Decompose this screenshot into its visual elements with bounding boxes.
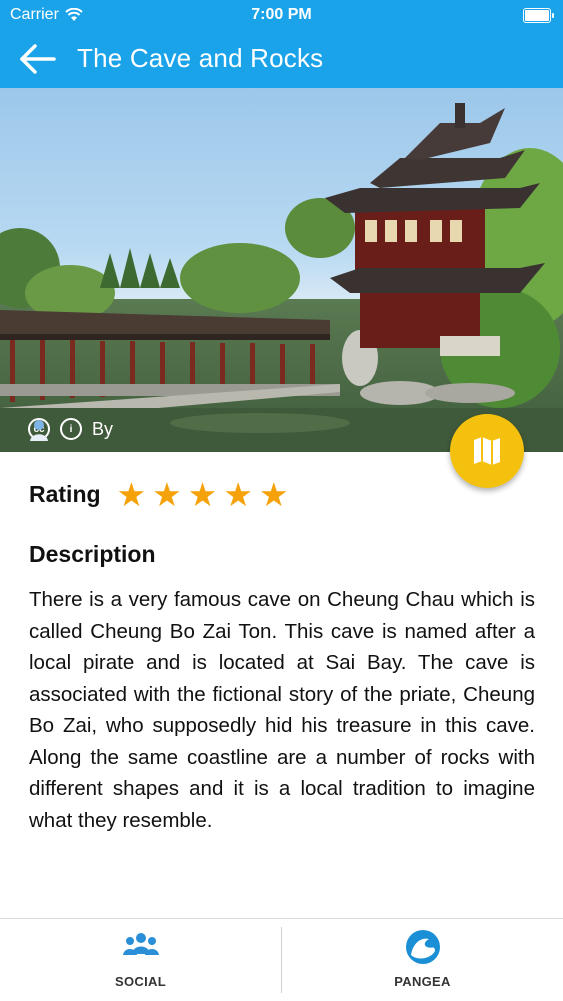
star-icon: ★: [223, 476, 253, 513]
tab-social[interactable]: SOCIAL: [0, 919, 281, 1001]
attribution-icon: i: [60, 418, 82, 440]
battery-icon: [523, 8, 554, 23]
map-button[interactable]: [450, 414, 524, 488]
rating-row: Rating ★ ★ ★ ★ ★: [29, 478, 289, 511]
hero-photo: [0, 103, 563, 452]
page-title: The Cave and Rocks: [77, 43, 324, 73]
back-button[interactable]: [18, 42, 58, 76]
status-bar: Carrier 7:00 PM: [0, 0, 563, 30]
nav-bar: The Cave and Rocks: [0, 30, 563, 88]
star-icon: ★: [116, 476, 147, 513]
description-title: Description: [29, 541, 156, 567]
rating-stars: ★ ★ ★ ★ ★: [117, 478, 289, 511]
rating-label: Rating: [29, 481, 101, 507]
wave-icon: [405, 930, 440, 964]
tab-pangea-label: PANGEA: [394, 974, 451, 989]
map-icon: [474, 437, 500, 465]
arrow-left-icon: [20, 44, 56, 74]
image-credits: cc i By: [28, 418, 114, 441]
people-icon: [122, 933, 159, 955]
tab-social-label: SOCIAL: [115, 974, 166, 989]
star-icon: ★: [152, 476, 182, 513]
tab-bar: SOCIAL PANGEA: [0, 918, 563, 1001]
hero-image: cc i By: [0, 88, 563, 452]
credit-text: By: [92, 418, 114, 439]
tab-pangea[interactable]: PANGEA: [282, 919, 563, 1001]
star-icon: ★: [258, 476, 289, 513]
status-time: 7:00 PM: [251, 6, 312, 23]
description-text: There is a very famous cave on Cheung Ch…: [29, 588, 535, 832]
author-icon: [30, 420, 48, 441]
star-icon: ★: [187, 476, 218, 513]
